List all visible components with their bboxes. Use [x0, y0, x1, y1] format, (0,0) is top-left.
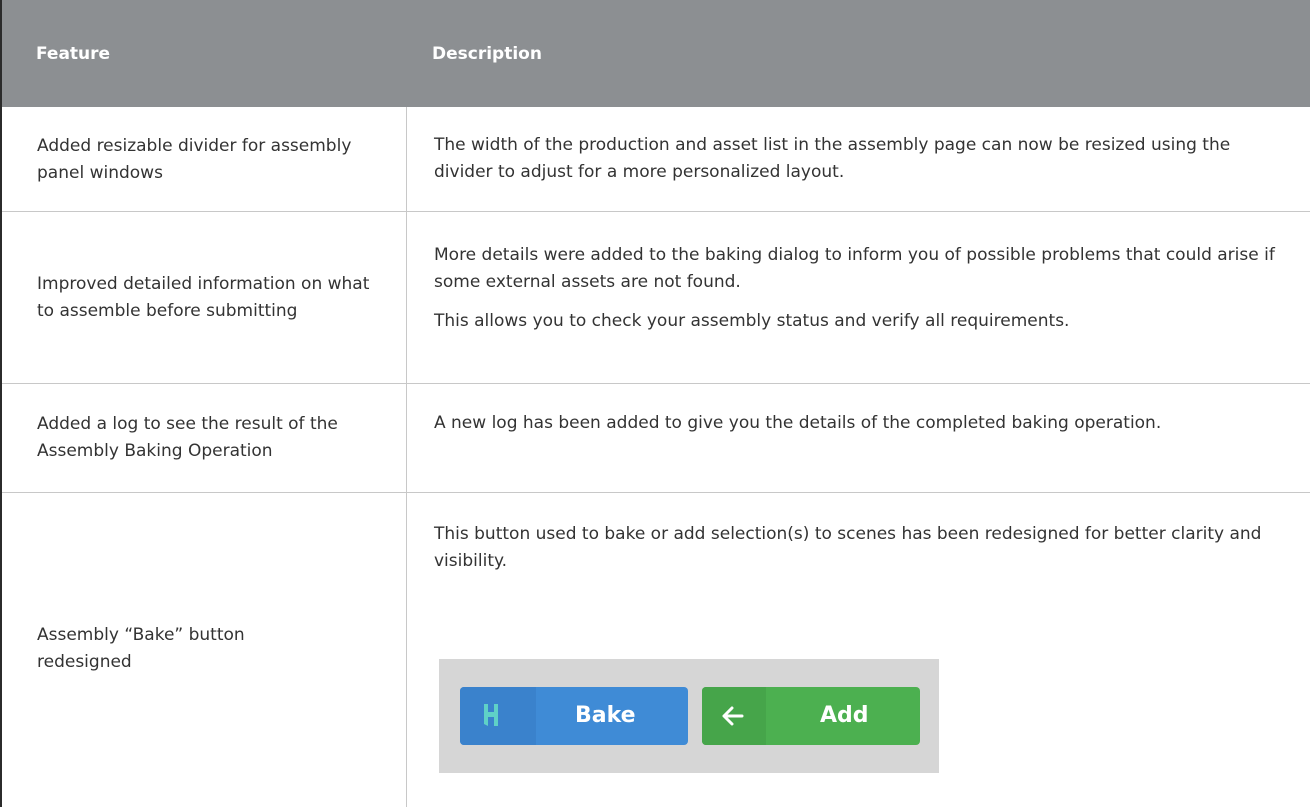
description-cell: The width of the production and asset li…: [434, 132, 1294, 186]
feature-cell: Assembly “Bake” button redesigned: [37, 625, 245, 672]
description-text: This button used to bake or add selectio…: [434, 524, 1262, 571]
arrow-left-icon: [722, 706, 744, 726]
feature-cell: Improved detailed information on what to…: [37, 274, 370, 321]
description-text: A new log has been added to give you the…: [434, 413, 1162, 433]
add-label: Add: [820, 703, 869, 728]
buttons-image: Bake Add: [439, 659, 939, 773]
table-row: Added a log to see the result of the Ass…: [2, 384, 1310, 493]
description-cell: A new log has been added to give you the…: [434, 410, 1294, 437]
description-text: More details were added to the baking di…: [434, 245, 1275, 292]
header-feature: Feature: [36, 44, 111, 64]
add-button[interactable]: Add: [702, 687, 920, 745]
features-table: Feature Description Added resizable divi…: [0, 0, 1310, 807]
table-row: Improved detailed information on what to…: [2, 212, 1310, 384]
harmony-h-icon: [484, 704, 498, 726]
description-cell: More details were added to the baking di…: [434, 242, 1294, 335]
table-row: Added resizable divider for assembly pan…: [2, 107, 1310, 212]
description-text: This allows you to check your assembly s…: [434, 311, 1070, 331]
feature-cell: Added a log to see the result of the Ass…: [37, 414, 338, 461]
table-header: Feature Description: [2, 0, 1310, 107]
bake-label: Bake: [575, 703, 636, 728]
header-description: Description: [432, 44, 542, 64]
feature-cell: Added resizable divider for assembly pan…: [37, 136, 352, 183]
bake-icon-area: [460, 687, 536, 745]
description-text: The width of the production and asset li…: [434, 135, 1231, 182]
add-icon-area: [702, 687, 766, 745]
description-cell: This button used to bake or add selectio…: [434, 521, 1294, 575]
bake-button[interactable]: Bake: [460, 687, 688, 745]
